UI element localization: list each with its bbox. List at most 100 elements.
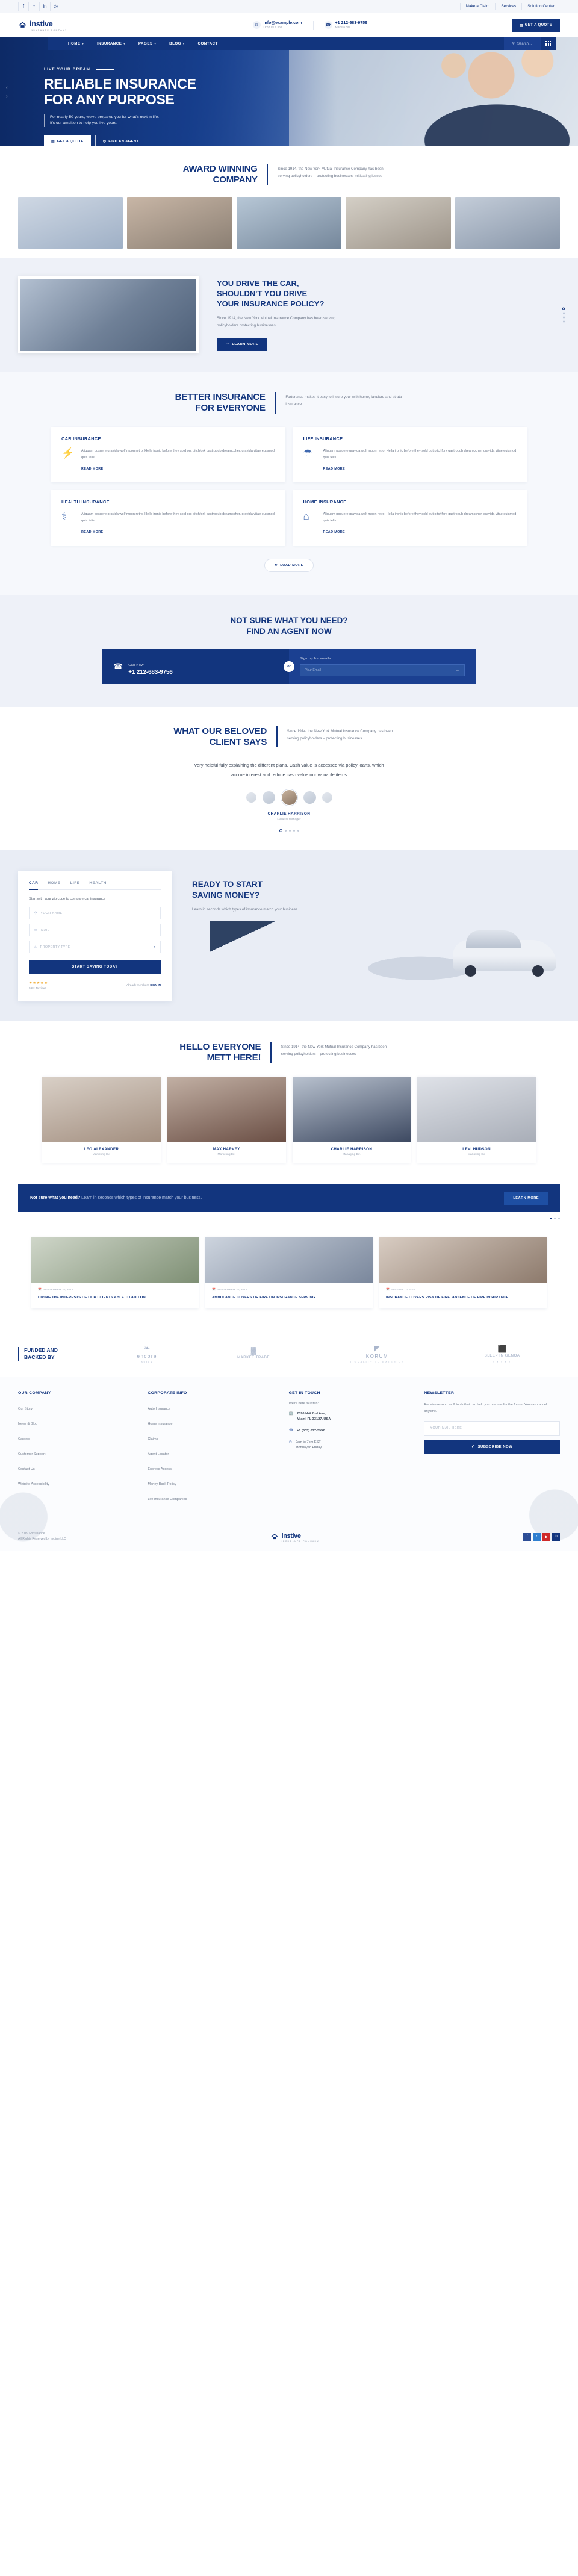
facebook-icon[interactable]: f bbox=[18, 2, 29, 11]
footer-link-contact-us[interactable]: Contact Us bbox=[18, 1467, 35, 1471]
hero-slider-arrows[interactable]: ‹ › bbox=[6, 83, 8, 100]
footer-link-home-insurance[interactable]: Home Insurance bbox=[148, 1422, 172, 1426]
drive-slider-dots[interactable] bbox=[562, 305, 565, 325]
nav-grid-menu-button[interactable] bbox=[540, 37, 556, 50]
start-saving-button[interactable]: START SAVING TODAY bbox=[29, 960, 161, 975]
insurance-card-health[interactable]: HEALTH INSURANCE ⚕ Aliquam posuere gravi… bbox=[51, 490, 285, 546]
agent-email-input[interactable] bbox=[300, 665, 450, 676]
nav-item-home[interactable]: HOME ▾ bbox=[61, 42, 90, 46]
facebook-icon[interactable]: f bbox=[523, 1532, 531, 1541]
hero-find-an-agent-button[interactable]: ◎ FIND AN AGENT bbox=[95, 135, 147, 146]
avatar[interactable] bbox=[322, 792, 332, 803]
nav-search-trigger[interactable]: ⚲ Search... bbox=[503, 37, 540, 50]
footer-link-website-accessibility[interactable]: Website Accessibility bbox=[18, 1482, 49, 1486]
tab-car[interactable]: CAR bbox=[29, 881, 39, 891]
topbar-link-make-a-claim[interactable]: Make a Claim bbox=[459, 2, 496, 10]
site-logo[interactable]: instive INSURANCE COMPANY bbox=[18, 19, 108, 31]
slider-dot[interactable] bbox=[554, 1217, 556, 1219]
footer-phone-row[interactable]: ☎ +1 (305) 677-3952 bbox=[289, 1428, 414, 1434]
quote-property-field[interactable]: ⌂ ▾ bbox=[29, 941, 161, 954]
drive-learn-more-button[interactable]: ➝ LEARN MORE bbox=[217, 338, 268, 352]
slider-dot[interactable] bbox=[562, 320, 565, 323]
slider-dot[interactable] bbox=[562, 316, 565, 319]
avatar[interactable] bbox=[246, 792, 256, 803]
nav-item-blog[interactable]: BLOG ▾ bbox=[163, 42, 191, 46]
tab-life[interactable]: LIFE bbox=[70, 881, 80, 890]
footer-link-auto-insurance[interactable]: Auto Insurance bbox=[148, 1407, 170, 1411]
sign-in-link[interactable]: SIGN IN bbox=[150, 984, 161, 987]
quote-property-input[interactable] bbox=[40, 945, 150, 949]
quote-mail-field[interactable]: ✉ bbox=[29, 924, 161, 937]
team-member-card[interactable]: MAX HARVEY Marketing Ex. bbox=[167, 1076, 286, 1163]
quote-name-field[interactable]: ⚲ bbox=[29, 907, 161, 920]
insurance-card-life[interactable]: LIFE INSURANCE ☂ Aliquam posuere gravida… bbox=[293, 426, 527, 482]
tab-home[interactable]: HOME bbox=[48, 881, 60, 890]
site-header: instive INSURANCE COMPANY ✉ info@example… bbox=[0, 13, 578, 37]
agent-call-block[interactable]: ☎ Call Now +1 212-683-9756 bbox=[102, 649, 289, 684]
quote-name-input[interactable] bbox=[40, 911, 155, 915]
team-member-card[interactable]: LEVI HUDSON Marketing Ex. bbox=[417, 1076, 536, 1163]
footer-link-careers[interactable]: Careers bbox=[18, 1437, 30, 1441]
linkedin-icon[interactable]: in bbox=[40, 2, 51, 11]
avatar[interactable] bbox=[303, 791, 316, 804]
not-sure-learn-more-button[interactable]: LEARN MORE bbox=[504, 1191, 548, 1205]
footer-link-our-story[interactable]: Our Story bbox=[18, 1407, 33, 1411]
header-get-a-quote-button[interactable]: ▤ GET A QUOTE bbox=[511, 19, 560, 32]
load-more-button[interactable]: ↻ LOAD MORE bbox=[264, 558, 314, 572]
blog-post-card[interactable]: 📅 SEPTEMBER 20, 2019 DIVING THE INTEREST… bbox=[31, 1237, 199, 1309]
footer-link-life-insurance-companies[interactable]: Life Insurance Companies bbox=[148, 1498, 187, 1501]
footer-link-money-back-policy[interactable]: Money Back Policy bbox=[148, 1482, 176, 1486]
footer-logo[interactable]: instive INSURANCE COMPANY bbox=[270, 1531, 320, 1543]
footer-link-news-blog[interactable]: News & Blog bbox=[18, 1422, 37, 1426]
newsletter-subscribe-button[interactable]: ✓ SUBSCRIBE NOW bbox=[424, 1440, 560, 1454]
slider-dot-active[interactable] bbox=[550, 1217, 552, 1219]
footer-link-agent-locator[interactable]: Agent Locator bbox=[148, 1452, 169, 1456]
youtube-icon[interactable]: ▶ bbox=[542, 1532, 550, 1541]
pager-dot[interactable] bbox=[284, 830, 287, 832]
quote-mail-input[interactable] bbox=[41, 928, 155, 932]
tab-health[interactable]: HEALTH bbox=[89, 881, 106, 890]
insurance-card-car[interactable]: CAR INSURANCE ⚡ Aliquam posuere gravida … bbox=[51, 426, 285, 482]
nav-item-contact[interactable]: CONTACT bbox=[191, 42, 225, 46]
nav-item-pages[interactable]: PAGES ▾ bbox=[132, 42, 163, 46]
insurance-card-home[interactable]: HOME INSURANCE ⌂ Aliquam posuere gravida… bbox=[293, 490, 527, 546]
slider-dot[interactable] bbox=[558, 1217, 560, 1219]
not-sure-slider-dots[interactable] bbox=[18, 1217, 560, 1219]
title-divider bbox=[276, 726, 278, 748]
pager-dot[interactable] bbox=[288, 830, 291, 832]
slider-dot[interactable] bbox=[562, 312, 565, 314]
drive-title: YOU DRIVE THE CAR, SHOULDN'T YOU DRIVE Y… bbox=[217, 279, 560, 310]
slider-prev-icon[interactable]: ‹ bbox=[6, 83, 8, 92]
blog-post-card[interactable]: 📅 SEPTEMBER 20, 2019 AMBULANCE COVERS OR… bbox=[205, 1237, 373, 1309]
card-read-more-link[interactable]: READ MORE bbox=[323, 530, 346, 534]
pager-dot[interactable] bbox=[297, 830, 299, 832]
team-member-card[interactable]: LEO ALEXANDER Marketing Ex. bbox=[42, 1076, 161, 1163]
pager-dot-active[interactable] bbox=[279, 829, 282, 833]
slider-next-icon[interactable]: › bbox=[6, 92, 8, 100]
card-read-more-link[interactable]: READ MORE bbox=[81, 530, 104, 534]
header-email-block[interactable]: ✉ info@example.com Drop us a line bbox=[242, 21, 313, 30]
header-phone-block[interactable]: ☎ +1 212-683-9756 Make a call bbox=[312, 20, 379, 30]
newsletter-email-input[interactable] bbox=[424, 1421, 560, 1436]
topbar-link-services[interactable]: Services bbox=[495, 2, 521, 10]
topbar-link-solution-center[interactable]: Solution Center bbox=[521, 2, 560, 10]
card-read-more-link[interactable]: READ MORE bbox=[323, 467, 346, 471]
nav-item-insurance[interactable]: INSURANCE ▾ bbox=[90, 42, 132, 46]
twitter-icon[interactable]: ᵛ bbox=[29, 2, 40, 11]
agent-email-submit-button[interactable]: → bbox=[450, 665, 464, 676]
twitter-icon[interactable]: ᵛ bbox=[533, 1532, 541, 1541]
team-member-card[interactable]: CHARLIE HARRISON Managing Dir. bbox=[292, 1076, 411, 1163]
instagram-icon[interactable]: ◎ bbox=[51, 2, 61, 11]
card-read-more-link[interactable]: READ MORE bbox=[81, 467, 104, 471]
footer-link-claims[interactable]: Claims bbox=[148, 1437, 158, 1441]
testimonial-pager[interactable] bbox=[18, 829, 560, 833]
avatar-active[interactable] bbox=[281, 789, 297, 806]
avatar[interactable] bbox=[262, 791, 275, 804]
linkedin-icon[interactable]: in bbox=[552, 1532, 560, 1541]
blog-post-card[interactable]: 📅 AUGUST 10, 2019 INSURANCE COVERS RISK … bbox=[379, 1237, 547, 1309]
footer-link-express-access[interactable]: Express Access bbox=[148, 1467, 171, 1471]
footer-link-customer-support[interactable]: Customer Support bbox=[18, 1452, 45, 1456]
hero-get-a-quote-button[interactable]: ▤ GET A QUOTE bbox=[44, 135, 91, 146]
pager-dot[interactable] bbox=[293, 830, 295, 832]
slider-dot-active[interactable] bbox=[562, 307, 565, 310]
